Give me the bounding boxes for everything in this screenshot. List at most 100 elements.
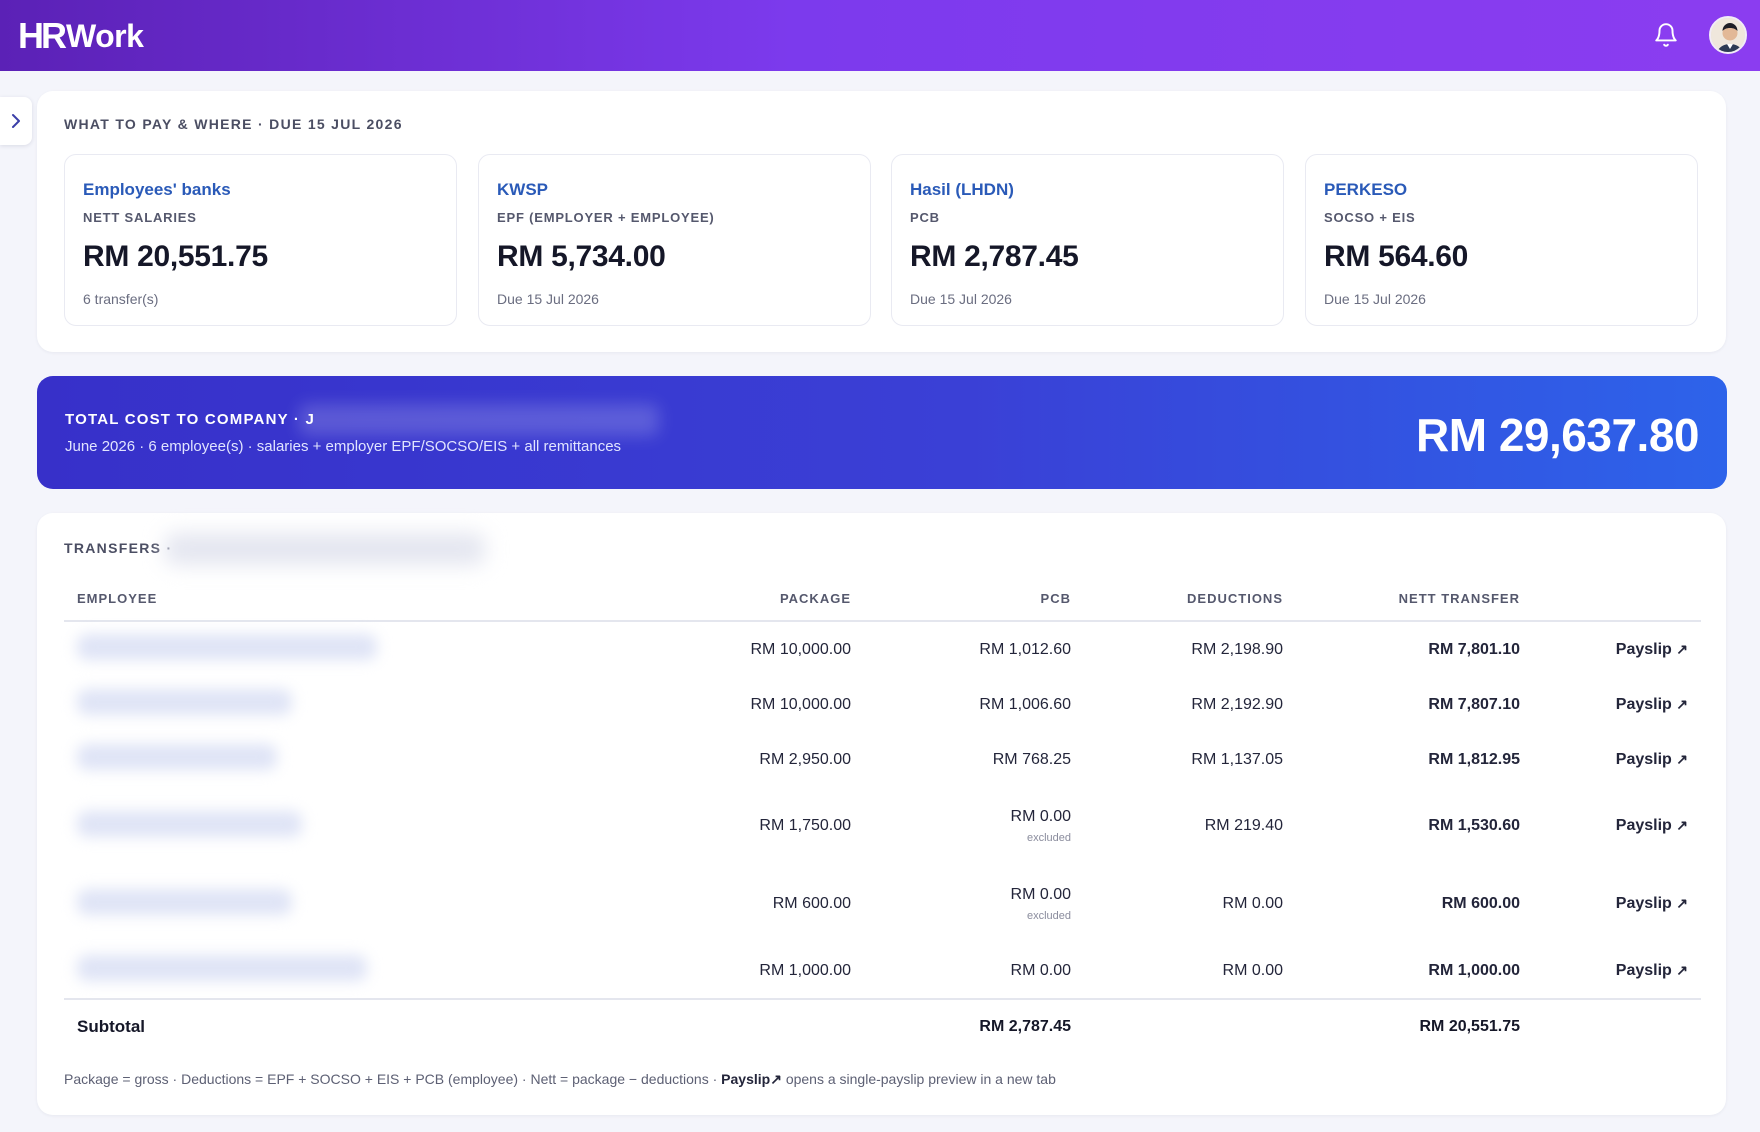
total-cost-description: June 2026 · 6 employee(s) · salaries + e… bbox=[65, 438, 622, 455]
pay-section-title: WHAT TO PAY & WHERE · DUE 15 JUL 2026 bbox=[64, 116, 403, 132]
subtotal-row: Subtotal RM 2,787.45 RM 20,551.75 bbox=[64, 998, 1701, 1053]
payslip-link[interactable]: Payslip ↗ bbox=[1520, 787, 1701, 865]
transfers-panel: TRANSFERS · EMPLOYEE PACKAGE PCB DEDUCTI… bbox=[37, 513, 1726, 1115]
column-header-employee[interactable]: EMPLOYEE bbox=[64, 577, 644, 622]
pay-card-name[interactable]: KWSP bbox=[497, 180, 548, 200]
pcb-excluded-note: excluded bbox=[1026, 910, 1071, 922]
subtotal-label: Subtotal bbox=[64, 998, 644, 1053]
app-logo[interactable]: HR Work bbox=[18, 14, 144, 58]
redacted-employee-name bbox=[77, 689, 292, 715]
table-row: RM 10,000.00 RM 1,006.60 RM 2,192.90 RM … bbox=[64, 677, 1701, 732]
external-link-icon: ↗ bbox=[1676, 695, 1688, 712]
subtotal-nett: RM 20,551.75 bbox=[1283, 998, 1520, 1053]
pay-card-amount: RM 564.60 bbox=[1324, 240, 1469, 273]
column-header-package[interactable]: PACKAGE bbox=[644, 577, 851, 622]
redacted-company-name bbox=[299, 404, 659, 436]
transfers-title: TRANSFERS · bbox=[64, 540, 173, 556]
total-cost-label: TOTAL COST TO COMPANY · J bbox=[65, 411, 316, 428]
pay-card-subtitle: PCB bbox=[910, 210, 940, 225]
external-link-icon: ↗ bbox=[1676, 640, 1688, 657]
external-link-icon: ↗ bbox=[1676, 750, 1688, 767]
cell-pcb: RM 768.25 bbox=[992, 750, 1071, 768]
pcb-excluded-note: excluded bbox=[1026, 832, 1071, 844]
chevron-right-icon bbox=[12, 114, 20, 128]
cell-package: RM 2,950.00 bbox=[759, 750, 851, 768]
cell-nett-transfer: RM 1,812.95 bbox=[1428, 750, 1520, 768]
logo-text: Work bbox=[66, 18, 144, 54]
cell-nett-transfer: RM 7,807.10 bbox=[1428, 695, 1520, 713]
pay-card-note: Due 15 Jul 2026 bbox=[1324, 291, 1426, 307]
cell-deductions: RM 2,198.90 bbox=[1191, 640, 1283, 658]
cell-deductions: RM 0.00 bbox=[1222, 961, 1283, 979]
user-avatar[interactable] bbox=[1709, 16, 1747, 54]
pay-card-kwsp: KWSP EPF (EMPLOYER + EMPLOYEE) RM 5,734.… bbox=[478, 154, 871, 326]
pay-card-amount: RM 20,551.75 bbox=[83, 240, 268, 273]
cell-package: RM 1,000.00 bbox=[759, 961, 851, 979]
pay-card-name[interactable]: Employees' banks bbox=[83, 180, 231, 200]
table-row: RM 1,750.00 RM 0.00 excluded RM 219.40 RM… bbox=[64, 787, 1701, 865]
pay-card-amount: RM 2,787.45 bbox=[910, 240, 1079, 273]
pcb-value: RM 0.00 bbox=[1010, 808, 1071, 825]
cell-pcb: RM 1,012.60 bbox=[979, 640, 1071, 658]
payslip-link[interactable]: Payslip ↗ bbox=[1520, 865, 1701, 943]
total-cost-amount: RM 29,637.80 bbox=[1416, 409, 1699, 461]
column-header-deductions[interactable]: DEDUCTIONS bbox=[1071, 577, 1283, 622]
cell-deductions: RM 1,137.05 bbox=[1191, 750, 1283, 768]
redacted-employee-name bbox=[77, 955, 367, 981]
payslip-label: Payslip bbox=[1615, 895, 1672, 912]
column-header-nett-transfer[interactable]: NETT TRANSFER bbox=[1283, 577, 1520, 622]
cell-nett-transfer: RM 1,530.60 bbox=[1428, 817, 1520, 834]
payslip-link[interactable]: Payslip ↗ bbox=[1520, 621, 1701, 677]
column-header-actions bbox=[1520, 577, 1701, 622]
payslip-link[interactable]: Payslip ↗ bbox=[1520, 943, 1701, 999]
external-link-icon: ↗ bbox=[1676, 817, 1688, 833]
pay-card-perkeso: PERKESO SOCSO + EIS RM 564.60 Due 15 Jul… bbox=[1305, 154, 1698, 326]
cell-pcb: RM 1,006.60 bbox=[979, 695, 1071, 713]
payslip-label: Payslip bbox=[1615, 817, 1672, 834]
payslip-label: Payslip bbox=[1615, 640, 1672, 658]
payslip-link[interactable]: Payslip ↗ bbox=[1520, 732, 1701, 787]
redacted-employee-name bbox=[77, 810, 302, 837]
external-link-icon: ↗ bbox=[1676, 961, 1688, 978]
table-header-row: EMPLOYEE PACKAGE PCB DEDUCTIONS NETT TRA… bbox=[64, 577, 1701, 622]
pay-card-banks: Employees' banks NETT SALARIES RM 20,551… bbox=[64, 154, 457, 326]
column-header-pcb[interactable]: PCB bbox=[851, 577, 1071, 622]
cell-pcb: RM 0.00 bbox=[1010, 961, 1071, 979]
top-bar: HR Work bbox=[0, 0, 1760, 71]
external-link-icon: ↗ bbox=[770, 1071, 782, 1087]
cell-package: RM 600.00 bbox=[772, 895, 851, 912]
cell-pcb: RM 0.00 excluded bbox=[851, 865, 1071, 943]
table-footnote: Package = gross · Deductions = EPF + SOC… bbox=[64, 1071, 1056, 1088]
pay-card-note: Due 15 Jul 2026 bbox=[497, 291, 599, 307]
pay-card-note: 6 transfer(s) bbox=[83, 291, 159, 307]
transfers-table: EMPLOYEE PACKAGE PCB DEDUCTIONS NETT TRA… bbox=[64, 577, 1701, 1053]
pay-card-name[interactable]: Hasil (LHDN) bbox=[910, 180, 1014, 200]
pay-card-name[interactable]: PERKESO bbox=[1324, 180, 1407, 200]
cell-nett-transfer: RM 600.00 bbox=[1441, 895, 1520, 912]
redacted-transfers-subtitle bbox=[165, 533, 485, 565]
sidebar-expand-button[interactable] bbox=[0, 97, 32, 145]
pay-card-subtitle: NETT SALARIES bbox=[83, 210, 197, 225]
pcb-value: RM 0.00 bbox=[1010, 886, 1071, 903]
table-row: RM 2,950.00 RM 768.25 RM 1,137.05 RM 1,8… bbox=[64, 732, 1701, 787]
pay-card-subtitle: SOCSO + EIS bbox=[1324, 210, 1416, 225]
table-row: RM 1,000.00 RM 0.00 RM 0.00 RM 1,000.00 … bbox=[64, 943, 1701, 999]
subtotal-pcb: RM 2,787.45 bbox=[851, 998, 1071, 1053]
cell-package: RM 10,000.00 bbox=[750, 640, 851, 658]
cell-package: RM 10,000.00 bbox=[750, 695, 851, 713]
total-cost-banner: TOTAL COST TO COMPANY · J June 2026 · 6 … bbox=[37, 376, 1727, 489]
payslip-link[interactable]: Payslip ↗ bbox=[1520, 677, 1701, 732]
payslip-label: Payslip bbox=[1615, 961, 1672, 979]
pay-card-subtitle: EPF (EMPLOYER + EMPLOYEE) bbox=[497, 210, 715, 225]
cell-deductions: RM 219.40 bbox=[1204, 817, 1283, 834]
bell-icon[interactable] bbox=[1653, 22, 1679, 48]
footnote-payslip: Payslip bbox=[721, 1071, 771, 1087]
redacted-employee-name bbox=[77, 634, 377, 660]
cell-nett-transfer: RM 1,000.00 bbox=[1428, 961, 1520, 979]
pay-card-note: Due 15 Jul 2026 bbox=[910, 291, 1012, 307]
external-link-icon: ↗ bbox=[1676, 895, 1688, 911]
redacted-employee-name bbox=[77, 744, 277, 770]
pay-card-amount: RM 5,734.00 bbox=[497, 240, 666, 273]
footnote-text: Package = gross · Deductions = EPF + SOC… bbox=[64, 1071, 718, 1087]
cell-package: RM 1,750.00 bbox=[759, 817, 851, 834]
